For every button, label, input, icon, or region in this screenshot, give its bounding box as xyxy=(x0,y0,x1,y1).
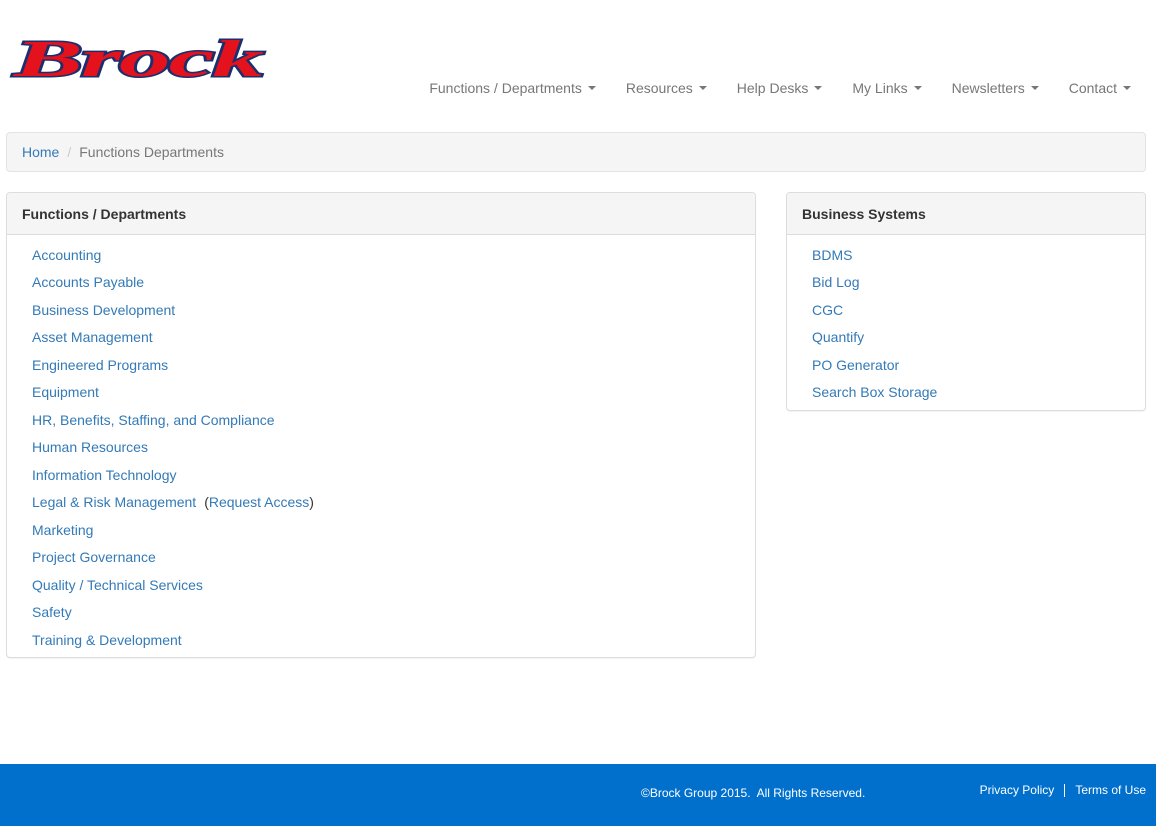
caret-down-icon xyxy=(913,86,922,90)
link-asset-management[interactable]: Asset Management xyxy=(32,329,153,345)
list-item: Search Box Storage xyxy=(812,379,1145,407)
link-accounting[interactable]: Accounting xyxy=(32,247,101,263)
functions-list: Accounting Accounts Payable Business Dev… xyxy=(32,241,755,654)
link-human-resources[interactable]: Human Resources xyxy=(32,439,148,455)
list-item: Asset Management xyxy=(32,324,755,352)
site-footer: ©Brock Group 2015. All Rights Reserved. … xyxy=(0,764,1156,826)
panel-title: Business Systems xyxy=(787,193,1145,235)
link-training-development[interactable]: Training & Development xyxy=(32,632,182,648)
link-engineered-programs[interactable]: Engineered Programs xyxy=(32,357,168,373)
caret-down-icon xyxy=(587,86,596,90)
nav-help-desks[interactable]: Help Desks xyxy=(722,78,838,98)
link-safety[interactable]: Safety xyxy=(32,604,72,620)
nav-contact[interactable]: Contact xyxy=(1054,78,1142,98)
list-item: Safety xyxy=(32,599,755,627)
link-po-generator[interactable]: PO Generator xyxy=(812,357,899,373)
list-item: Marketing xyxy=(32,516,755,544)
nav-label: Resources xyxy=(625,80,693,96)
caret-down-icon xyxy=(698,86,707,90)
list-item: CGC xyxy=(812,296,1145,324)
link-cgc[interactable]: CGC xyxy=(812,302,843,318)
link-quality-technical-services[interactable]: Quality / Technical Services xyxy=(32,577,203,593)
systems-list: BDMS Bid Log CGC Quantify PO Generator S… xyxy=(812,241,1145,406)
panel-body: BDMS Bid Log CGC Quantify PO Generator S… xyxy=(787,235,1145,412)
list-item: Quantify xyxy=(812,324,1145,352)
nav-label: Newsletters xyxy=(951,80,1025,96)
list-item: Equipment xyxy=(32,379,755,407)
breadcrumb-current: Functions Departments xyxy=(79,144,224,160)
link-marketing[interactable]: Marketing xyxy=(32,522,93,538)
link-information-technology[interactable]: Information Technology xyxy=(32,467,177,483)
list-item: Human Resources xyxy=(32,434,755,462)
link-equipment[interactable]: Equipment xyxy=(32,384,99,400)
nav-label: Help Desks xyxy=(736,80,809,96)
link-search-box-storage[interactable]: Search Box Storage xyxy=(812,384,937,400)
link-business-development[interactable]: Business Development xyxy=(32,302,175,318)
list-item: Legal & Risk Management (Request Access) xyxy=(32,489,755,517)
list-item: Bid Log xyxy=(812,269,1145,297)
business-systems-panel: Business Systems BDMS Bid Log CGC Quanti… xyxy=(786,192,1146,411)
list-item: Information Technology xyxy=(32,461,755,489)
caret-down-icon xyxy=(814,86,823,90)
panel-title: Functions / Departments xyxy=(7,193,755,235)
link-accounts-payable[interactable]: Accounts Payable xyxy=(32,274,144,290)
link-bdms[interactable]: BDMS xyxy=(812,247,852,263)
list-item: HR, Benefits, Staffing, and Compliance xyxy=(32,406,755,434)
list-item: Engineered Programs xyxy=(32,351,755,379)
footer-divider xyxy=(1064,783,1066,797)
caret-down-icon xyxy=(1030,86,1039,90)
main-nav: Functions / Departments Resources Help D… xyxy=(414,78,1142,98)
request-access-link[interactable]: Request Access xyxy=(209,494,309,510)
breadcrumb-home-link[interactable]: Home xyxy=(22,144,59,160)
nav-resources[interactable]: Resources xyxy=(611,78,722,98)
copyright-text: ©Brock Group 2015. All Rights Reserved. xyxy=(641,786,866,800)
privacy-policy-link[interactable]: Privacy Policy xyxy=(980,783,1055,797)
brock-logo[interactable]: Brock xyxy=(6,31,270,85)
list-item: Accounting xyxy=(32,241,755,269)
link-bid-log[interactable]: Bid Log xyxy=(812,274,859,290)
nav-my-links[interactable]: My Links xyxy=(837,78,936,98)
nav-label: Functions / Departments xyxy=(429,80,582,96)
list-item: Quality / Technical Services xyxy=(32,571,755,599)
nav-label: My Links xyxy=(852,80,908,96)
link-quantify[interactable]: Quantify xyxy=(812,329,864,345)
nav-functions-departments[interactable]: Functions / Departments xyxy=(414,78,611,98)
terms-of-use-link[interactable]: Terms of Use xyxy=(1075,783,1146,797)
link-hr-benefits[interactable]: HR, Benefits, Staffing, and Compliance xyxy=(32,412,275,428)
panel-body: Accounting Accounts Payable Business Dev… xyxy=(7,235,755,660)
list-item: Accounts Payable xyxy=(32,269,755,297)
list-item: BDMS xyxy=(812,241,1145,269)
link-legal-risk-management[interactable]: Legal & Risk Management xyxy=(32,494,196,510)
link-project-governance[interactable]: Project Governance xyxy=(32,549,156,565)
list-item: PO Generator xyxy=(812,351,1145,379)
list-item: Project Governance xyxy=(32,544,755,572)
breadcrumb-separator: / xyxy=(67,144,72,160)
list-item: Training & Development xyxy=(32,626,755,654)
close-paren: ) xyxy=(309,494,314,511)
list-item: Business Development xyxy=(32,296,755,324)
svg-text:Brock: Brock xyxy=(12,31,264,85)
caret-down-icon xyxy=(1123,86,1131,90)
functions-departments-panel: Functions / Departments Accounting Accou… xyxy=(6,192,756,658)
site-header: Brock Functions / Departments Resources … xyxy=(0,0,1156,118)
nav-newsletters[interactable]: Newsletters xyxy=(937,78,1054,98)
footer-links: Privacy Policy Terms of Use xyxy=(980,783,1146,797)
breadcrumb: Home / Functions Departments xyxy=(6,132,1146,172)
nav-label: Contact xyxy=(1068,80,1117,96)
